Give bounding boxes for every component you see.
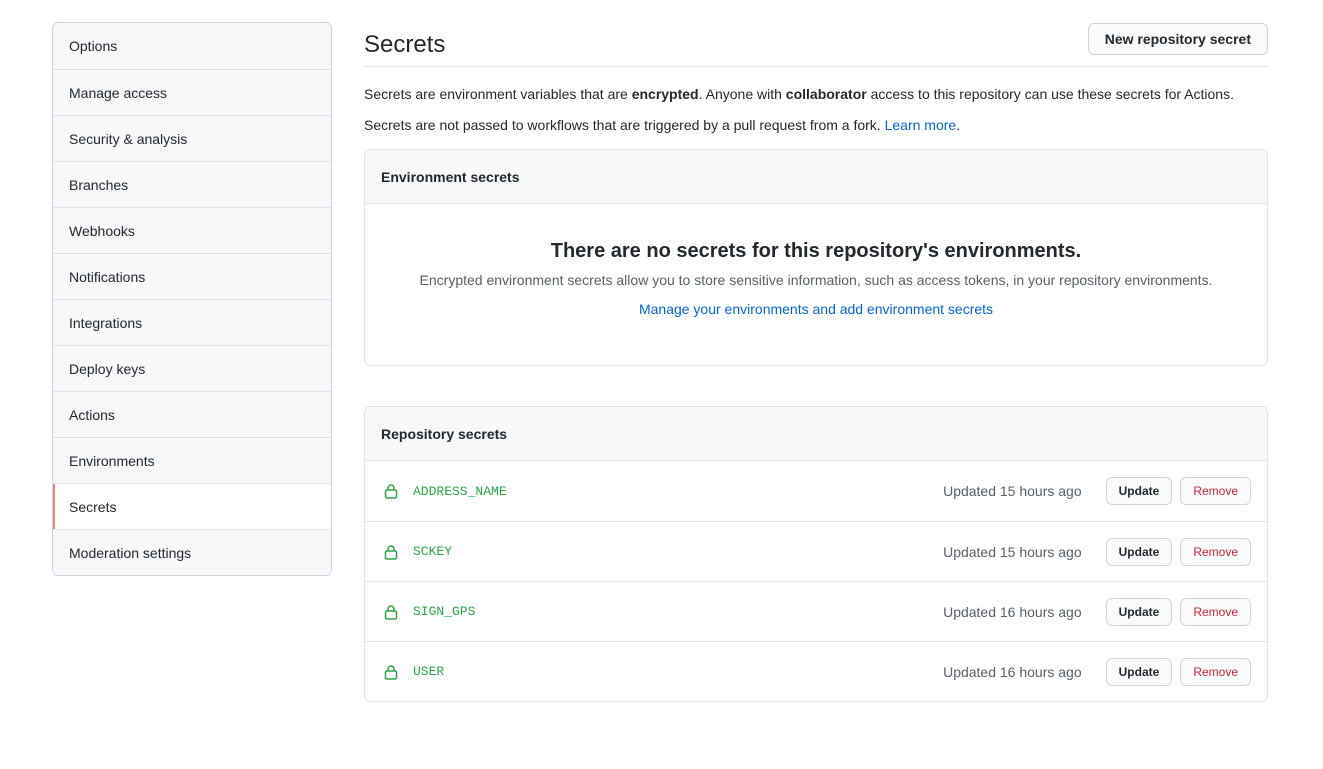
lock-icon: [383, 604, 399, 620]
main-content: Secrets New repository secret Secrets ar…: [364, 22, 1268, 702]
settings-sidebar: Options Manage access Security & analysi…: [52, 22, 332, 576]
remove-secret-button[interactable]: Remove: [1180, 477, 1251, 505]
sidebar-item-branches[interactable]: Branches: [53, 161, 331, 207]
secret-updated: Updated 15 hours ago: [943, 483, 1082, 499]
secret-name: SCKEY: [413, 544, 453, 559]
page-header: Secrets New repository secret: [364, 22, 1268, 67]
secret-name: ADDRESS_NAME: [413, 483, 507, 499]
lock-icon: [383, 483, 399, 499]
sidebar-item-security-analysis[interactable]: Security & analysis: [53, 115, 331, 161]
secret-row: ADDRESS_NAME Updated 15 hours ago Update…: [365, 461, 1267, 521]
manage-environments-link[interactable]: Manage your environments and add environ…: [639, 301, 993, 317]
sidebar-item-moderation-settings[interactable]: Moderation settings: [53, 529, 331, 575]
remove-secret-button[interactable]: Remove: [1180, 597, 1251, 626]
secret-updated: Updated 15 hours ago: [943, 543, 1082, 560]
sidebar-item-integrations[interactable]: Integrations: [53, 299, 331, 345]
sidebar-item-notifications[interactable]: Notifications: [53, 253, 331, 299]
sidebar-item-webhooks[interactable]: Webhooks: [53, 207, 331, 253]
remove-secret-button[interactable]: Remove: [1180, 657, 1251, 686]
repository-secrets-header: Repository secrets: [365, 407, 1267, 461]
sidebar-item-manage-access[interactable]: Manage access: [53, 69, 331, 115]
fork-description: Secrets are not passed to workflows that…: [364, 115, 1268, 135]
secret-row: USER Updated 16 hours ago Update Remove: [365, 641, 1267, 701]
sidebar-item-options[interactable]: Options: [53, 23, 331, 69]
secret-name: USER: [413, 664, 445, 679]
secret-updated: Updated 16 hours ago: [943, 603, 1082, 620]
empty-state-title: There are no secrets for this repository…: [550, 240, 1082, 262]
secret-name: SIGN_GPS: [413, 604, 476, 619]
sidebar-item-deploy-keys[interactable]: Deploy keys: [53, 345, 331, 391]
new-repository-secret-button[interactable]: New repository secret: [1087, 23, 1268, 55]
learn-more-link[interactable]: Learn more: [885, 117, 957, 133]
update-secret-button[interactable]: Update: [1105, 597, 1173, 626]
sidebar-item-environments[interactable]: Environments: [53, 437, 331, 483]
repository-secrets-list: ADDRESS_NAME Updated 15 hours ago Update…: [365, 461, 1267, 701]
update-secret-button[interactable]: Update: [1105, 537, 1173, 566]
environment-secrets-empty-state: There are no secrets for this repository…: [365, 204, 1267, 365]
update-secret-button[interactable]: Update: [1105, 657, 1173, 686]
secret-row: SIGN_GPS Updated 16 hours ago Update Rem…: [365, 581, 1267, 641]
desc-text: access to this repository can use these …: [866, 86, 1234, 102]
sidebar-item-secrets[interactable]: Secrets: [53, 483, 331, 529]
secrets-description: Secrets are environment variables that a…: [364, 84, 1268, 104]
desc-text: .: [956, 117, 961, 133]
lock-icon: [383, 544, 399, 560]
desc-bold-encrypted: encrypted: [631, 86, 699, 102]
repository-secrets-box: Repository secrets ADDRESS_NAME Updated …: [364, 406, 1268, 702]
secret-updated: Updated 16 hours ago: [943, 663, 1082, 680]
secret-row: SCKEY Updated 15 hours ago Update Remove: [365, 521, 1267, 581]
remove-secret-button[interactable]: Remove: [1180, 537, 1251, 566]
desc-text: . Anyone with: [698, 86, 786, 102]
desc-bold-collaborator: collaborator: [785, 86, 867, 102]
desc-text: Secrets are not passed to workflows that…: [364, 117, 885, 133]
environment-secrets-box: Environment secrets There are no secrets…: [364, 149, 1268, 366]
sidebar-item-actions[interactable]: Actions: [53, 391, 331, 437]
environment-secrets-header: Environment secrets: [365, 150, 1267, 204]
desc-text: Secrets are environment variables that a…: [364, 86, 632, 102]
page-title: Secrets: [364, 31, 446, 58]
update-secret-button[interactable]: Update: [1105, 477, 1173, 505]
empty-state-text: Encrypted environment secrets allow you …: [419, 272, 1213, 288]
lock-icon: [383, 664, 399, 680]
